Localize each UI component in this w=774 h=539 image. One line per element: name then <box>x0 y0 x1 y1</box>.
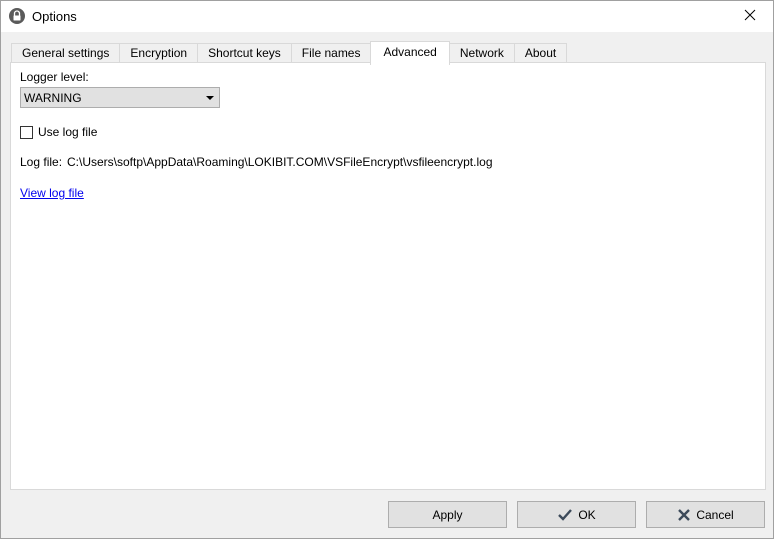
tab-network[interactable]: Network <box>449 43 514 64</box>
ok-button-label: OK <box>578 507 596 522</box>
lock-icon <box>9 8 25 24</box>
chevron-down-icon <box>206 96 214 100</box>
log-file-label: Log file: <box>20 155 63 169</box>
tab-strip: General settings Encryption Shortcut key… <box>11 41 568 65</box>
view-log-file-link[interactable]: View log file <box>20 186 84 200</box>
window-title: Options <box>32 9 77 24</box>
title-bar: Options <box>1 1 773 32</box>
close-icon <box>744 9 756 24</box>
tab-file-names[interactable]: File names <box>290 43 371 64</box>
checkmark-icon <box>558 508 573 521</box>
close-button[interactable] <box>727 1 773 31</box>
tab-advanced[interactable]: Advanced <box>370 41 450 65</box>
logger-level-label: Logger level: <box>20 70 89 84</box>
tab-encryption[interactable]: Encryption <box>119 43 198 64</box>
apply-button[interactable]: Apply <box>388 501 507 528</box>
ok-button[interactable]: OK <box>517 501 636 528</box>
advanced-panel: Logger level: WARNING Use log file Log f… <box>10 62 766 490</box>
tab-shortcut-keys[interactable]: Shortcut keys <box>197 43 291 64</box>
use-log-file-row[interactable]: Use log file <box>20 125 97 139</box>
log-file-path: C:\Users\softp\AppData\Roaming\LOKIBIT.C… <box>67 155 493 169</box>
cancel-button-label: Cancel <box>696 507 734 522</box>
x-icon <box>678 508 691 521</box>
cancel-button[interactable]: Cancel <box>646 501 765 528</box>
logger-level-value: WARNING <box>24 91 82 105</box>
use-log-file-checkbox[interactable] <box>20 125 33 139</box>
apply-button-label: Apply <box>432 507 463 522</box>
tab-about[interactable]: About <box>513 43 568 64</box>
options-window: Options General settings Encryption Shor… <box>0 0 774 539</box>
tab-general-settings[interactable]: General settings <box>11 43 120 64</box>
logger-level-select[interactable]: WARNING <box>20 87 220 108</box>
use-log-file-label: Use log file <box>38 125 98 139</box>
log-file-row: Log file: C:\Users\softp\AppData\Roaming… <box>20 155 493 169</box>
